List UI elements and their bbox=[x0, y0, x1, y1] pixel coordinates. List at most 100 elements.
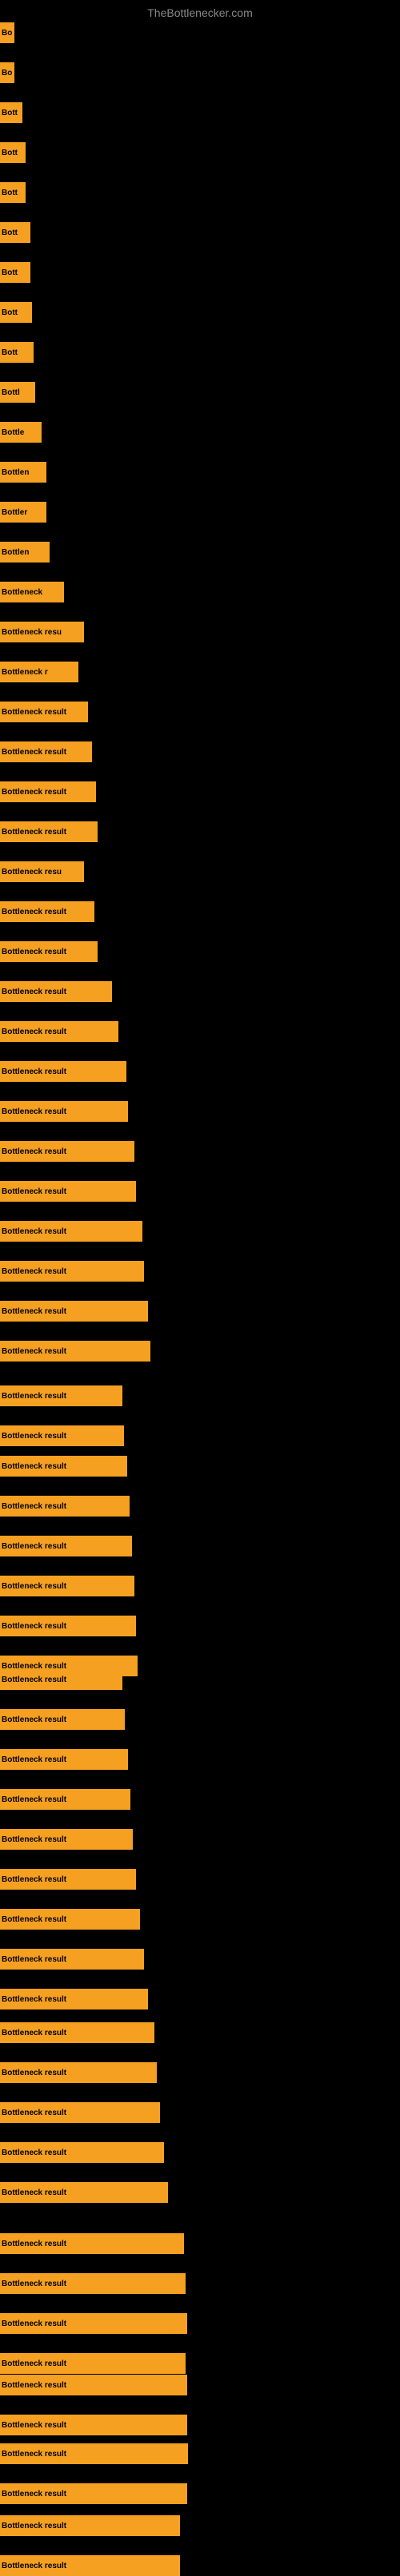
bar-label: Bottl bbox=[2, 388, 20, 397]
bar-item: Bott bbox=[0, 302, 32, 323]
bar-item: Bottleneck result bbox=[0, 1949, 144, 1970]
bar-label: Bo bbox=[2, 29, 12, 38]
bar-item: Bottleneck result bbox=[0, 2483, 187, 2504]
bar-label: Bottler bbox=[2, 508, 27, 517]
bar-label: Bottleneck result bbox=[2, 1755, 66, 1764]
bar-item: Bottleneck result bbox=[0, 2142, 164, 2163]
bar-item: Bottleneck result bbox=[0, 702, 88, 722]
bar-label: Bottleneck result bbox=[2, 1107, 66, 1116]
bar-item: Bottleneck result bbox=[0, 1829, 133, 1850]
site-title: TheBottlenecker.com bbox=[0, 0, 400, 22]
bar-label: Bottleneck result bbox=[2, 1347, 66, 1356]
bar-label: Bottleneck result bbox=[2, 1502, 66, 1511]
bar-label: Bottlen bbox=[2, 468, 29, 477]
bar-label: Bottleneck result bbox=[2, 2359, 66, 2368]
bar-item: Bottleneck result bbox=[0, 1576, 134, 1596]
bar-item: Bottleneck result bbox=[0, 1869, 136, 1890]
bar-label: Bottleneck result bbox=[2, 1542, 66, 1551]
bar-label: Bottleneck result bbox=[2, 2188, 66, 2197]
bar-item: Bottleneck result bbox=[0, 1101, 128, 1122]
bar-label: Bott bbox=[2, 229, 18, 237]
bar-item: Bottleneck result bbox=[0, 2273, 186, 2294]
bar-label: Bo bbox=[2, 69, 12, 78]
bar-label: Bottleneck result bbox=[2, 748, 66, 757]
bar-label: Bottleneck result bbox=[2, 1187, 66, 1196]
bar-label: Bottleneck result bbox=[2, 1676, 66, 1684]
bar-label: Bottleneck result bbox=[2, 1028, 66, 1036]
bar-item: Bottleneck result bbox=[0, 741, 92, 762]
bar-label: Bottleneck result bbox=[2, 948, 66, 956]
bar-item: Bottleneck result bbox=[0, 2102, 160, 2123]
bar-label: Bottleneck result bbox=[2, 2280, 66, 2288]
bar-label: Bottleneck result bbox=[2, 2320, 66, 2328]
bar-label: Bottleneck result bbox=[2, 2149, 66, 2157]
bar-item: Bottleneck result bbox=[0, 1709, 125, 1730]
bar-item: Bottleneck result bbox=[0, 2443, 188, 2464]
bar-label: Bottleneck result bbox=[2, 2381, 66, 2390]
bar-label: Bottleneck result bbox=[2, 1067, 66, 1076]
bar-label: Bott bbox=[2, 109, 18, 117]
bar-label: Bottleneck result bbox=[2, 1462, 66, 1471]
bar-label: Bottleneck result bbox=[2, 1955, 66, 1964]
bar-item: Bottleneck result bbox=[0, 1789, 130, 1810]
bar-item: Bott bbox=[0, 222, 30, 243]
bar-item: Bottleneck result bbox=[0, 2353, 186, 2374]
bar-label: Bottleneck result bbox=[2, 1715, 66, 1724]
bar-item: Bottleneck result bbox=[0, 1261, 144, 1282]
bar-item: Bott bbox=[0, 142, 26, 163]
bar-label: Bottleneck result bbox=[2, 2421, 66, 2430]
bar-label: Bottlen bbox=[2, 548, 29, 557]
bar-item: Bott bbox=[0, 262, 30, 283]
bar-item: Bottleneck result bbox=[0, 1749, 128, 1770]
bar-item: Bottleneck result bbox=[0, 1989, 148, 2010]
bar-item: Bottleneck result bbox=[0, 2555, 180, 2576]
bar-item: Bottleneck result bbox=[0, 2515, 180, 2536]
bar-label: Bottle bbox=[2, 428, 24, 437]
bar-item: Bottleneck result bbox=[0, 781, 96, 802]
bar-label: Bottleneck result bbox=[2, 2490, 66, 2498]
bar-item: Bottleneck result bbox=[0, 901, 94, 922]
bar-item: Bottleneck result bbox=[0, 1341, 150, 1362]
bar-label: Bottleneck result bbox=[2, 1432, 66, 1441]
bar-item: Bottleneck resu bbox=[0, 861, 84, 882]
bar-item: Bottleneck result bbox=[0, 821, 98, 842]
bar-label: Bottleneck r bbox=[2, 668, 48, 677]
bar-label: Bottleneck result bbox=[2, 1875, 66, 1884]
bar-item: Bottl bbox=[0, 382, 35, 403]
bar-item: Bottleneck result bbox=[0, 1301, 148, 1322]
bar-item: Bott bbox=[0, 182, 26, 203]
bar-item: Bottleneck result bbox=[0, 1221, 142, 1242]
bar-label: Bottleneck result bbox=[2, 1147, 66, 1156]
bar-item: Bottleneck result bbox=[0, 1909, 140, 1930]
bar-label: Bott bbox=[2, 149, 18, 157]
bar-label: Bott bbox=[2, 189, 18, 197]
bar-label: Bottleneck result bbox=[2, 1307, 66, 1316]
bar-item: Bo bbox=[0, 22, 14, 43]
bar-label: Bott bbox=[2, 348, 18, 357]
bar-label: Bottleneck result bbox=[2, 1392, 66, 1401]
bar-item: Bo bbox=[0, 62, 14, 83]
bar-item: Bottleneck result bbox=[0, 1061, 126, 1082]
bar-item: Bottleneck result bbox=[0, 1141, 134, 1162]
bar-item: Bottleneck result bbox=[0, 1616, 136, 1636]
bar-label: Bottleneck result bbox=[2, 1582, 66, 1591]
bar-item: Bottleneck result bbox=[0, 2233, 184, 2254]
bar-label: Bott bbox=[2, 308, 18, 317]
bar-label: Bottleneck result bbox=[2, 1835, 66, 1844]
bar-item: Bottleneck result bbox=[0, 2375, 187, 2395]
bar-label: Bottleneck bbox=[2, 588, 42, 597]
bar-item: Bottleneck result bbox=[0, 941, 98, 962]
bar-label: Bottleneck result bbox=[2, 1622, 66, 1631]
bar-label: Bottleneck result bbox=[2, 908, 66, 916]
bar-label: Bottleneck result bbox=[2, 2029, 66, 2037]
bar-item: Bottleneck result bbox=[0, 1181, 136, 1202]
bar-label: Bottleneck result bbox=[2, 2562, 66, 2570]
bar-label: Bottleneck result bbox=[2, 2240, 66, 2248]
bar-item: Bottleneck result bbox=[0, 1021, 118, 1042]
bar-item: Bottle bbox=[0, 422, 42, 443]
bar-item: Bottleneck result bbox=[0, 1669, 122, 1690]
bar-label: Bottleneck result bbox=[2, 1795, 66, 1804]
bar-label: Bott bbox=[2, 268, 18, 277]
bar-item: Bottleneck r bbox=[0, 662, 78, 682]
bar-item: Bottleneck result bbox=[0, 2062, 157, 2083]
